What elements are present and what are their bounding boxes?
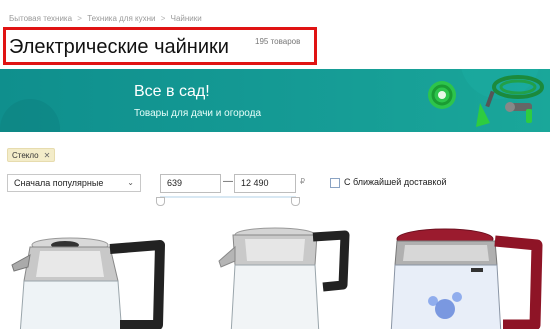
close-icon[interactable]: ✕ [44,151,51,160]
price-slider-track[interactable] [160,196,296,198]
banner-subheading: Товары для дачи и огорода [134,108,262,119]
breadcrumb-separator: > [77,14,82,23]
nearest-delivery-checkbox[interactable] [330,178,340,188]
promo-banner[interactable]: Все в сад! Товары для дачи и огорода [0,69,550,132]
nearest-delivery-label[interactable]: С ближайшей доставкой [344,177,446,187]
product-image-kettle-red-glass[interactable] [385,225,545,329]
price-min-input[interactable]: 639 [160,174,221,193]
breadcrumb-item-kitchen[interactable]: Техника для кухни [87,14,155,23]
page-title: Электрические чайники [9,36,229,58]
price-max-input[interactable]: 12 490 [234,174,296,193]
breadcrumb: Бытовая техника > Техника для кухни > Ча… [9,14,205,23]
sort-selected-value: Сначала популярные [14,178,104,188]
currency-symbol: ₽ [300,177,306,186]
banner-heading: Все в сад! [134,83,210,100]
breadcrumb-item-kettles[interactable]: Чайники [171,14,202,23]
price-slider-min-handle[interactable] [156,197,165,206]
sort-select[interactable]: Сначала популярные ⌄ [7,174,141,192]
filter-chip-label: Стекло [12,151,39,160]
price-slider-max-handle[interactable] [291,197,300,206]
price-range-separator: — [223,176,233,187]
filter-chip-glass[interactable]: Стекло ✕ [7,148,56,162]
garden-tools-icon [428,75,544,127]
product-count: 195 товаров [255,37,301,46]
breadcrumb-separator: > [160,14,166,23]
product-image-kettle-black-steel[interactable] [10,225,170,329]
product-image-kettle-steel-glass[interactable] [205,225,355,329]
breadcrumb-item-appliances[interactable]: Бытовая техника [9,14,72,23]
chevron-down-icon: ⌄ [127,178,134,187]
